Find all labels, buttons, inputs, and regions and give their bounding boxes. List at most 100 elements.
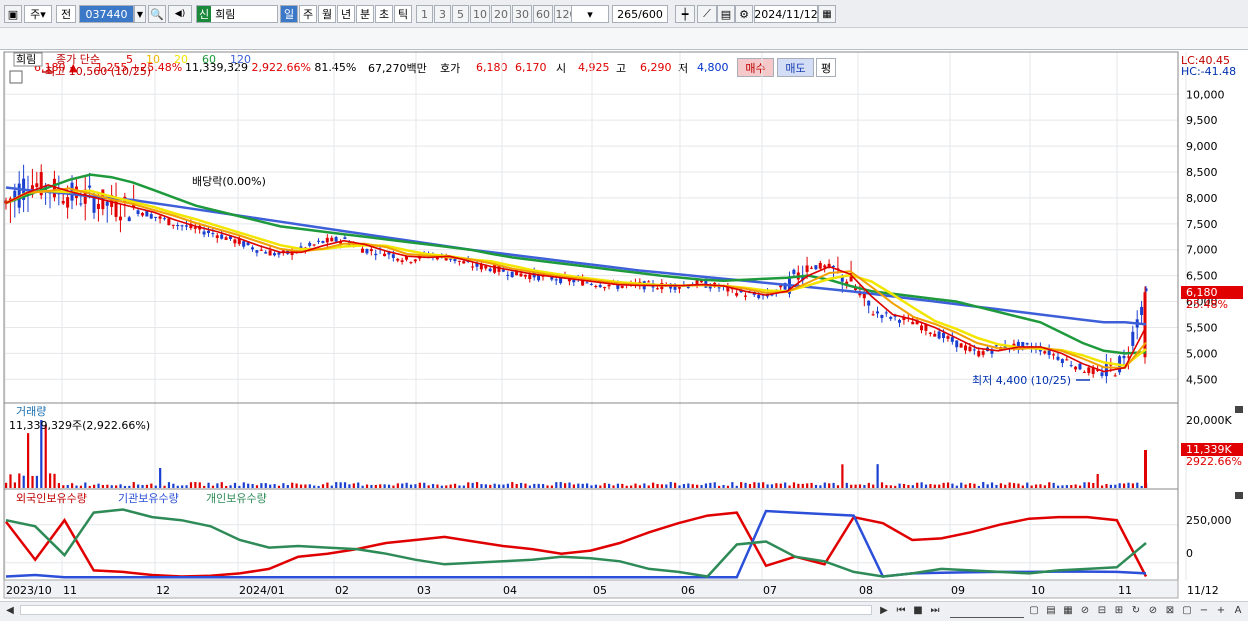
volume-bar [550,485,553,488]
candle-body [105,201,109,206]
tool-icon-3[interactable]: ▦ [1060,602,1076,618]
zoom-in-icon[interactable]: + [1213,602,1229,618]
zoom-out-icon[interactable]: − [1196,602,1212,618]
volume-bar [731,482,734,488]
volume-bar [365,484,369,488]
period-tab-3[interactable]: 년 [337,5,355,23]
candle-body [920,325,924,331]
volume-close-icon[interactable] [1235,406,1243,413]
calendar-icon[interactable]: ▦ [818,5,836,23]
scroll-right-icon[interactable]: ▶ [876,602,892,618]
candle-body [211,233,215,235]
interval-button-30[interactable]: 30 [512,5,532,23]
candle-body [809,267,813,269]
candle-body [677,287,681,289]
volume-bar [220,482,223,488]
draw-tool-icon[interactable]: ⟋ [697,5,717,23]
candle-body [1113,375,1117,377]
period-tab-0[interactable]: 일 [280,5,298,23]
price-y-axis: 10,000 9,500 9,000 8,500 8,000 7,500 7,000 6,50… [1186,88,1225,386]
tool-icon-5[interactable]: ⊟ [1094,602,1110,618]
candle-body [140,213,144,216]
volume-bar [84,482,87,488]
prev-button[interactable]: 전 [56,5,76,23]
speaker-icon[interactable]: ◀) [168,5,192,23]
volume-bar [387,484,391,488]
interval-button-1[interactable]: 1 [416,5,433,23]
count-stepper[interactable]: ▾ [571,5,609,23]
interval-button-5[interactable]: 5 [452,5,469,23]
volume-bar [533,483,536,488]
tool-icon-6[interactable]: ⊞ [1111,602,1127,618]
forward-icon[interactable]: ⏭ [927,602,943,618]
scroll-track[interactable] [20,605,872,615]
candle-body [831,265,835,267]
volume-bar [792,482,796,488]
tool-icon-2[interactable]: ▤ [1043,602,1059,618]
tool-icon-8[interactable]: ⊘ [1145,602,1161,618]
candle-body [493,264,497,273]
font-size-icon[interactable]: A [1230,602,1246,618]
y-tick-label: 8,500 [1186,166,1218,179]
count-field[interactable]: 265/600 [612,5,668,23]
volume-bar [1043,485,1046,488]
window-menu-icon[interactable]: ▣ [4,5,22,23]
tool-icon-4[interactable]: ⊘ [1077,602,1093,618]
tool-icon-9[interactable]: ⊠ [1162,602,1178,618]
interval-button-10[interactable]: 10 [470,5,490,23]
volume-bar [885,485,888,488]
tool-icon-1[interactable]: ▢ [1026,602,1042,618]
table-toggle-icon[interactable] [9,70,23,84]
save-icon[interactable]: ▤ [717,5,735,23]
tool-icon-10[interactable]: ▢ [1179,602,1195,618]
ma-legend-item: 20 [174,53,188,66]
volume-bar [665,484,668,488]
volume-bar [920,482,923,488]
period-tab-2[interactable]: 월 [318,5,336,23]
candle-body [528,274,532,280]
volume-bar [594,484,598,488]
volume-bar [572,484,575,488]
volume-bar [652,482,655,488]
period-tab-4[interactable]: 분 [356,5,374,23]
settings-gear-icon[interactable]: ⚙ [735,5,753,23]
candle-body [1140,306,1144,315]
candle-body [118,216,122,221]
volume-bar [916,482,919,488]
candle-body [959,343,963,348]
period-tab-1[interactable]: 주 [299,5,317,23]
holding-close-icon[interactable] [1235,492,1243,499]
zoom-slider[interactable] [950,604,1024,618]
period-tab-6[interactable]: 틱 [394,5,412,23]
volume-bar [150,483,153,488]
volume-value: 11,339,329주(2,922.66%) [9,419,150,432]
tool-icon-7[interactable]: ↻ [1128,602,1144,618]
volume-bar [361,485,364,488]
volume-bar [603,483,606,488]
period-tab-5[interactable]: 초 [375,5,393,23]
volume-bar [814,484,818,488]
stock-name-field[interactable]: 신 희림 [196,5,278,23]
volume-bar [586,483,589,488]
scroll-left-icon[interactable]: ◀ [2,602,18,618]
interval-button-20[interactable]: 20 [491,5,511,23]
volume-bar [612,485,615,488]
volume-bar [854,484,857,488]
stop-icon[interactable]: ■ [910,602,926,618]
candle-body [206,230,210,233]
volume-bar [788,485,791,488]
candle-icon[interactable]: ┿ [675,5,695,23]
rewind-icon[interactable]: ⏮ [893,602,909,618]
candle-body [383,253,387,257]
volume-bar [960,482,963,488]
date-field[interactable]: 2024/11/12 [754,5,818,23]
volume-bar [216,483,219,488]
code-dropdown-icon[interactable]: ▼ [134,5,146,23]
interval-button-3[interactable]: 3 [434,5,451,23]
stock-code-input[interactable]: 037440 [79,5,134,23]
search-icon[interactable]: 🔍 [148,5,166,23]
interval-button-60[interactable]: 60 [533,5,553,23]
stock-chart[interactable]: 희림 종가 단순 5 10 20 60 120 최고 10,560 (10/25) 배당… [0,50,1248,601]
volume-bar [942,482,945,488]
type-dropdown[interactable]: 주 ▾ [24,5,52,23]
